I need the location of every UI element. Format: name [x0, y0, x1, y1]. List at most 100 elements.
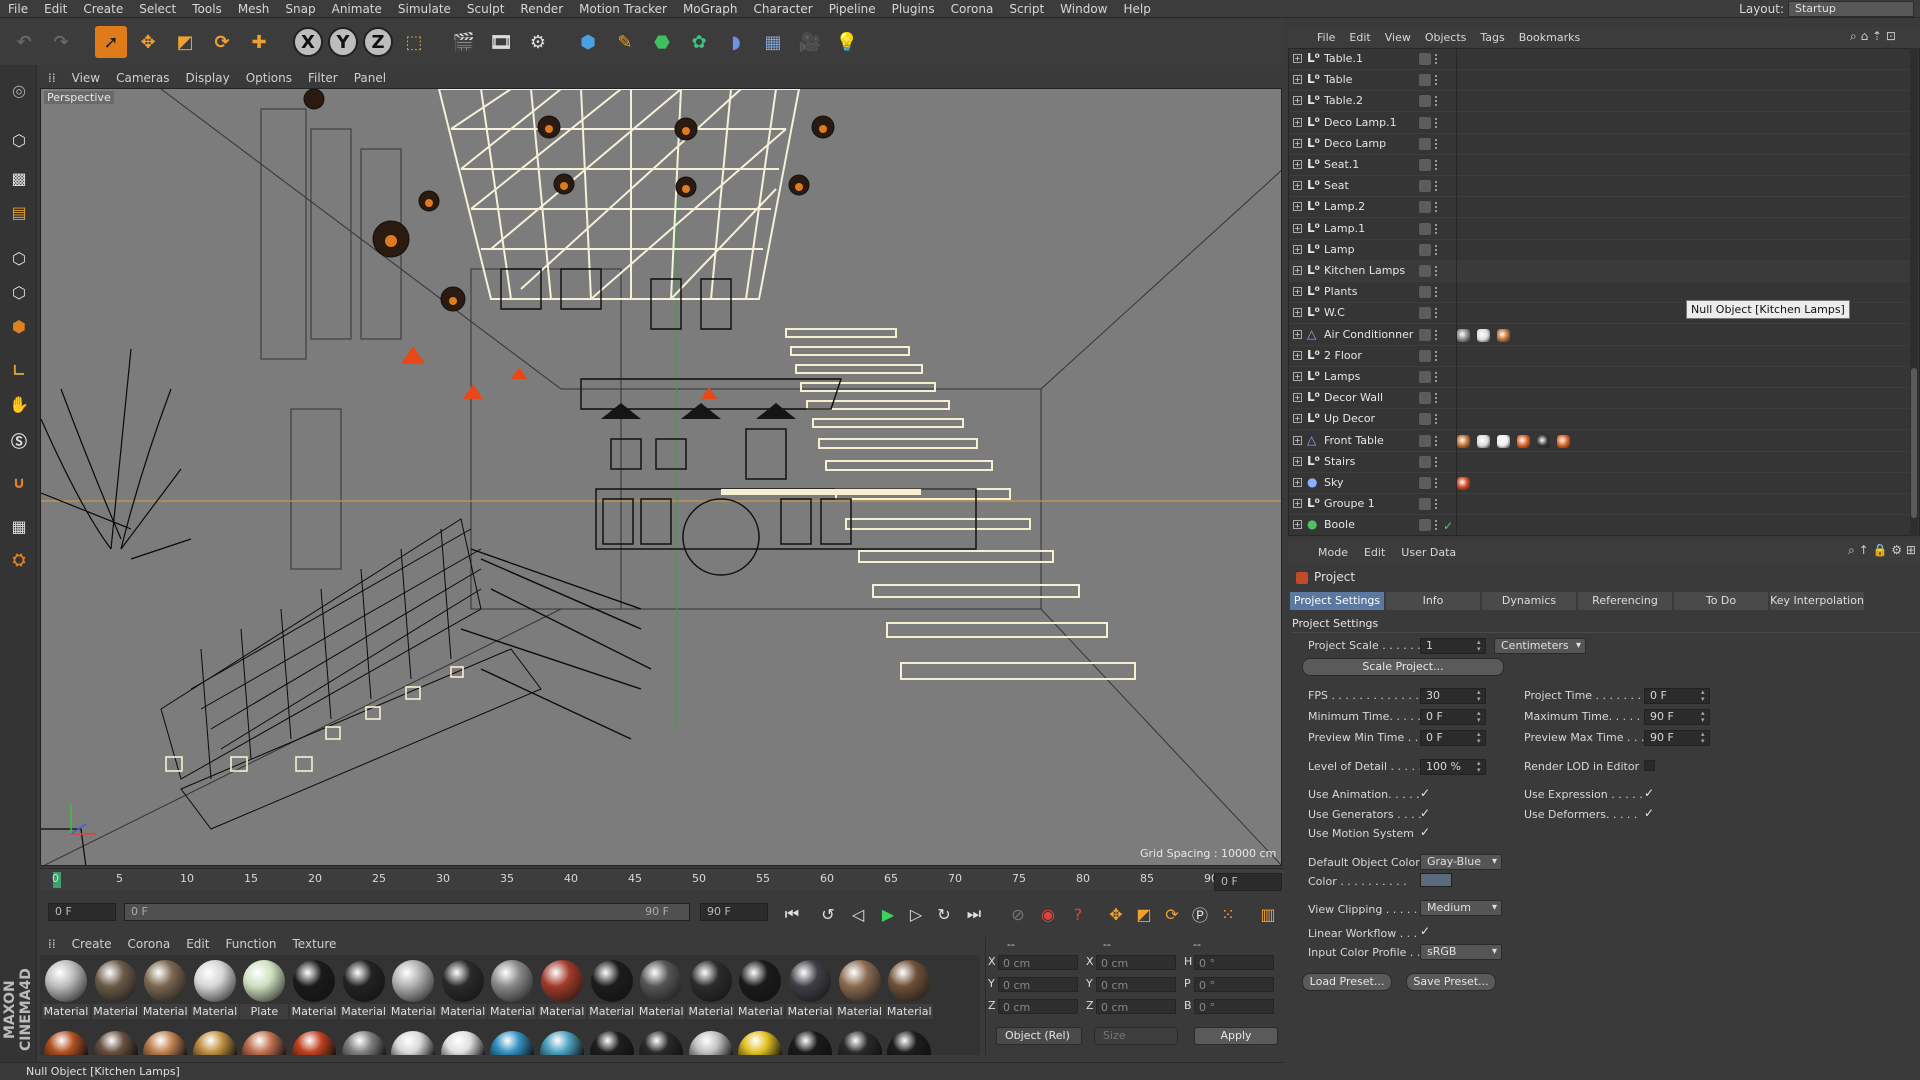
expand-toggle-icon[interactable]: + — [1293, 138, 1302, 148]
objects-menu-edit[interactable]: Edit — [1342, 31, 1377, 44]
key-parameter-icon[interactable]: Ⓟ — [1188, 902, 1212, 926]
viewport-menu-options[interactable]: Options — [238, 71, 300, 85]
tab-project-settings[interactable]: Project Settings — [1290, 592, 1384, 610]
coordinate-mode-select[interactable]: Object (Rel) — [996, 1027, 1082, 1045]
search-icon[interactable]: ⌕ — [1850, 29, 1857, 43]
undo-icon[interactable]: ↶ — [8, 26, 40, 58]
expand-toggle-icon[interactable]: + — [1293, 160, 1302, 169]
material-tag-icon[interactable] — [1457, 434, 1470, 448]
object-row[interactable]: + L⁰ Deco Lamp — [1289, 134, 1919, 155]
material-swatch[interactable] — [192, 1031, 237, 1055]
start-frame-field[interactable]: 0 F — [48, 903, 116, 921]
layer-visibility-icon[interactable] — [1419, 137, 1431, 150]
material-tag-icon[interactable] — [1537, 434, 1550, 448]
layer-visibility-icon[interactable] — [1419, 371, 1431, 383]
material-swatch[interactable]: Material — [290, 959, 338, 1019]
material-menu-texture[interactable]: Texture — [285, 937, 345, 953]
material-tag-icon[interactable] — [1497, 328, 1510, 342]
material-swatch[interactable]: Material — [786, 959, 834, 1019]
object-row[interactable]: + L⁰ Lamp.1 — [1289, 219, 1919, 240]
material-menu-function[interactable]: Function — [217, 937, 284, 953]
objects-menu-bookmarks[interactable]: Bookmarks — [1512, 31, 1587, 44]
objects-menu-file[interactable]: File — [1310, 31, 1342, 44]
key-rotation-icon[interactable]: ⟳ — [1160, 902, 1184, 926]
material-swatch[interactable]: Material — [736, 959, 785, 1019]
coordinate-system-icon[interactable]: ⬚ — [398, 26, 430, 58]
editor-render-visibility-icon[interactable] — [1435, 372, 1439, 382]
expand-toggle-icon[interactable]: + — [1293, 223, 1302, 233]
pen-spline-icon[interactable]: ✎ — [609, 26, 641, 58]
coord-value-field[interactable]: 0 ° — [1194, 999, 1274, 1014]
key-position-icon[interactable]: ✥ — [1104, 902, 1128, 926]
tab-dynamics[interactable]: Dynamics — [1482, 592, 1576, 610]
layer-visibility-icon[interactable] — [1419, 307, 1431, 320]
cube-icon[interactable]: ⬢ — [572, 26, 604, 58]
next-frame-icon[interactable]: ▷ — [904, 902, 928, 926]
timeline-current-frame-field[interactable]: 0 F — [1214, 873, 1282, 891]
go-to-end-icon[interactable]: ⏭ — [962, 902, 986, 926]
coord-value-field[interactable]: 0 cm — [998, 955, 1078, 970]
menu-window[interactable]: Window — [1052, 0, 1115, 18]
material-swatch[interactable]: Material — [389, 959, 438, 1019]
material-swatch[interactable] — [143, 1031, 188, 1055]
home-icon[interactable]: ⌂ — [1861, 29, 1869, 43]
expand-toggle-icon[interactable]: + — [1293, 499, 1302, 509]
axis-mode-icon[interactable]: ∟ — [4, 355, 34, 385]
object-row[interactable]: + L⁰ Lamp.2 — [1289, 197, 1919, 219]
expand-toggle-icon[interactable]: + — [1293, 329, 1302, 339]
editor-render-visibility-icon[interactable] — [1435, 308, 1439, 319]
layer-visibility-icon[interactable] — [1419, 413, 1431, 426]
expand-toggle-icon[interactable]: + — [1293, 117, 1302, 127]
material-swatch[interactable] — [738, 1031, 783, 1055]
linear-workflow-checkbox[interactable]: ✓ — [1420, 925, 1432, 938]
editor-render-visibility-icon[interactable] — [1435, 478, 1439, 488]
use-motion-system-checkbox[interactable]: ✓ — [1420, 826, 1432, 839]
scrollbar-thumb[interactable] — [1911, 368, 1917, 518]
material-swatch[interactable] — [242, 1031, 287, 1055]
material-swatch[interactable]: Material — [538, 959, 586, 1019]
load-preset-button[interactable]: Load Preset... — [1302, 973, 1392, 991]
project-scale-field[interactable]: 1 — [1420, 638, 1486, 654]
object-row[interactable]: + ● Sky — [1289, 473, 1919, 494]
add-tool-icon[interactable]: ✚ — [243, 26, 275, 58]
material-swatch[interactable]: Material — [587, 959, 636, 1019]
expand-toggle-icon[interactable]: + — [1293, 266, 1302, 275]
objects-menu-objects[interactable]: Objects — [1418, 31, 1474, 44]
expand-toggle-icon[interactable]: + — [1293, 54, 1302, 63]
editor-render-visibility-icon[interactable] — [1435, 499, 1439, 510]
material-swatch[interactable] — [440, 1031, 485, 1055]
menu-motion-tracker[interactable]: Motion Tracker — [571, 0, 675, 18]
editor-render-visibility-icon[interactable] — [1435, 160, 1439, 170]
render-lod-checkbox[interactable] — [1644, 760, 1655, 771]
object-row[interactable]: + L⁰ Table.1 — [1289, 49, 1919, 70]
menu-mograph[interactable]: MoGraph — [675, 0, 746, 18]
layer-visibility-icon[interactable] — [1419, 116, 1431, 129]
material-tag-icon[interactable] — [1557, 434, 1570, 448]
attributes-menu-user-data[interactable]: User Data — [1393, 546, 1464, 559]
material-swatch[interactable]: Material — [488, 959, 537, 1019]
editor-render-visibility-icon[interactable] — [1435, 181, 1439, 192]
preview-range-slider[interactable]: 0 F 90 F — [124, 903, 690, 921]
expand-toggle-icon[interactable]: + — [1293, 308, 1302, 318]
edges-mode-icon[interactable]: ⬡ — [4, 277, 34, 307]
autokey-icon[interactable]: ◉ — [1036, 902, 1060, 926]
level-of-detail-field[interactable]: 100 % — [1420, 759, 1486, 775]
layer-visibility-icon[interactable] — [1419, 477, 1431, 489]
viewport-menu-view[interactable]: View — [64, 71, 108, 85]
layout-select[interactable]: Startup — [1788, 1, 1914, 17]
layer-visibility-icon[interactable] — [1419, 95, 1431, 108]
material-swatch[interactable] — [589, 1031, 634, 1055]
material-menu-corona[interactable]: Corona — [120, 937, 179, 953]
material-swatch[interactable]: Material — [141, 959, 190, 1019]
model-mode-icon[interactable]: ⬡ — [4, 125, 34, 155]
layer-visibility-icon[interactable] — [1419, 286, 1431, 299]
material-swatch[interactable] — [887, 1031, 932, 1055]
editor-render-visibility-icon[interactable] — [1435, 54, 1439, 64]
material-swatch[interactable] — [837, 1031, 882, 1055]
keyframe-selection-icon[interactable]: ? — [1066, 902, 1090, 926]
project-scale-unit-select[interactable]: Centimeters — [1494, 638, 1586, 654]
object-row[interactable]: + △ Front Table — [1289, 431, 1919, 452]
workplane-icon[interactable]: ▦ — [4, 511, 34, 541]
tweak-mode-icon[interactable]: ✋ — [4, 389, 34, 419]
expand-toggle-icon[interactable]: + — [1293, 414, 1302, 424]
